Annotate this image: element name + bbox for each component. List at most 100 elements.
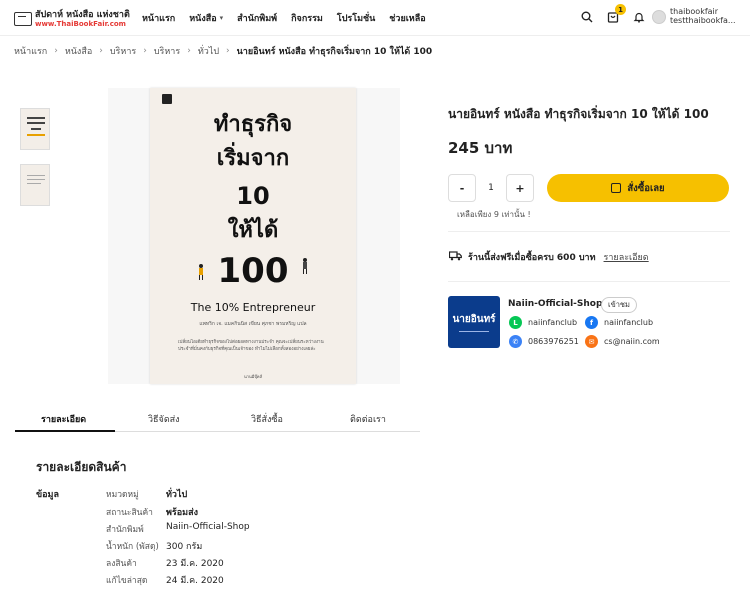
breadcrumb-current: นายอินทร์ หนังสือ ทำธุรกิจเริ่มจาก 10 ให… — [236, 47, 433, 57]
breadcrumb-home[interactable]: หน้าแรก — [14, 44, 47, 58]
quantity-decrease-button[interactable]: - — [448, 174, 476, 202]
shipping-details-link[interactable]: รายละเอียด — [604, 250, 649, 264]
nav-books[interactable]: หนังสือ ▾ — [189, 11, 223, 25]
nav-activities[interactable]: กิจกรรม — [291, 11, 323, 25]
tab-how-to-order[interactable]: วิธีสั่งซื้อ — [251, 412, 283, 426]
detail-row-listed: ลงสินค้า 23 มี.ค. 2020 — [106, 556, 224, 570]
chevron-right-icon: › — [226, 46, 230, 56]
detail-label: ลงสินค้า — [106, 559, 137, 569]
chevron-right-icon: › — [54, 46, 58, 56]
stock-note: เหลือเพียง 9 เท่านั้น ! — [457, 210, 531, 219]
thumbnail-back-cover[interactable] — [20, 164, 50, 206]
active-tab-indicator — [15, 430, 115, 432]
buy-now-button[interactable]: สั่งซื้อเลย — [547, 174, 729, 202]
detail-row-weight: น้ำหนัก (พัสดุ) 300 กรัม — [106, 539, 202, 553]
site-logo[interactable]: สัปดาห์ หนังสือ แห่งชาติ www.ThaiBookFai… — [14, 8, 130, 30]
breadcrumb-books[interactable]: หนังสือ — [65, 44, 92, 58]
cover-authors: แพทริก เจ. แมคกินนิส เขียน ศุภชา พรมหริญ… — [199, 321, 307, 327]
email-icon: ✉ — [585, 335, 598, 348]
breadcrumb-management[interactable]: บริหาร — [110, 44, 136, 58]
shop-email-contact[interactable]: ✉ cs@naiin.com — [585, 335, 660, 348]
free-shipping-text: ร้านนี้ส่งฟรีเมื่อซื้อครบ 600 บาท — [468, 253, 596, 263]
tab-shipping-methods[interactable]: วิธีจัดส่ง — [148, 412, 180, 426]
divider — [448, 281, 730, 282]
tab-details[interactable]: รายละเอียด — [41, 412, 86, 426]
detail-value: ทั่วไป — [166, 490, 188, 500]
shop-facebook-id: naiinfanclub — [604, 318, 654, 327]
person-figure-icon — [302, 258, 308, 274]
breadcrumb-management-sub[interactable]: บริหาร — [154, 44, 180, 58]
product-price: 245 บาท — [448, 139, 513, 157]
detail-row-updated: แก้ไขล่าสุด 24 มี.ค. 2020 — [106, 573, 224, 587]
detail-tabs: รายละเอียด วิธีจัดส่ง วิธีสั่งซื้อ ติดต่… — [15, 404, 420, 432]
main-nav: หน้าแรก หนังสือ ▾ สำนักพิมพ์ กิจกรรม โปรโ… — [142, 11, 440, 25]
detail-value: 23 มี.ค. 2020 — [166, 559, 224, 569]
shop-email: cs@naiin.com — [604, 337, 660, 346]
quantity-value[interactable]: 1 — [476, 183, 506, 193]
cover-title-line2: เริ่มจาก — [216, 146, 290, 171]
shop-logo[interactable]: นายอินทร์ — [448, 296, 500, 348]
visit-shop-button[interactable]: เข้าชม — [601, 297, 637, 313]
product-title: นายอินทร์ หนังสือ ทำธุรกิจเริ่มจาก 10 ให… — [448, 107, 709, 121]
cover-title-line3: 10 — [236, 182, 270, 210]
shopping-bag-icon — [611, 183, 622, 193]
logo-url: www.ThaiBookFair.com — [35, 19, 126, 28]
detail-label: สำนักพิมพ์ — [106, 525, 144, 535]
breadcrumb-general[interactable]: ทั่วไป — [198, 44, 219, 58]
shop-line-id: naiinfanclub — [528, 318, 578, 327]
detail-value: 300 กรัม — [166, 542, 203, 552]
nav-publishers[interactable]: สำนักพิมพ์ — [237, 11, 277, 25]
breadcrumb: หน้าแรก › หนังสือ › บริหาร › บริหาร › ทั… — [14, 44, 432, 58]
shop-logo-text: นายอินทร์ — [452, 314, 496, 325]
detail-label: หมวดหมู่ — [106, 490, 139, 500]
shop-line-contact[interactable]: L naiinfanclub — [509, 316, 577, 329]
cover-description: เปลี่ยนไอเดียทำธุรกิจของไปต่อยอดทางงานปร… — [178, 340, 324, 352]
chevron-right-icon: › — [187, 46, 191, 56]
cover-title-line1: ทำธุรกิจ — [213, 112, 293, 137]
detail-row-publisher: สำนักพิมพ์ Naiin-Official-Shop — [106, 522, 250, 536]
top-header: สัปดาห์ หนังสือ แห่งชาติ www.ThaiBookFai… — [0, 0, 750, 36]
shop-phone-contact[interactable]: ✆ 0863976251 — [509, 335, 579, 348]
detail-value: พร้อมส่ง — [166, 508, 198, 518]
phone-icon: ✆ — [509, 335, 522, 348]
thumbnail-list — [20, 108, 50, 220]
shop-facebook-contact[interactable]: f naiinfanclub — [585, 316, 653, 329]
user-email: testthaibookfa... — [670, 15, 736, 25]
nav-books-label: หนังสือ — [189, 14, 217, 24]
bell-icon[interactable] — [632, 10, 646, 24]
user-menu[interactable]: thaibookfair testthaibookfa... — [652, 7, 736, 26]
cover-publisher: นานมีบุ๊คส์ — [244, 374, 263, 379]
shop-logo-rule — [459, 331, 489, 332]
chevron-right-icon: › — [143, 46, 147, 56]
cover-title-line5: 100 — [217, 251, 289, 291]
book-logo-icon — [14, 12, 32, 26]
chevron-down-icon: ▾ — [219, 14, 224, 22]
search-icon[interactable] — [580, 10, 594, 24]
shop-name[interactable]: Naiin-Official-Shop — [508, 299, 602, 309]
logo-title: สัปดาห์ หนังสือ แห่งชาติ — [35, 9, 130, 20]
publisher-mark-icon — [162, 94, 172, 104]
cover-subtitle: The 10% Entrepreneur — [190, 301, 316, 314]
facebook-icon: f — [585, 316, 598, 329]
cart-icon[interactable]: 1 — [606, 4, 626, 24]
detail-label: น้ำหนัก (พัสดุ) — [106, 542, 159, 552]
detail-row-category: หมวดหมู่ ทั่วไป — [106, 487, 187, 501]
detail-label: แก้ไขล่าสุด — [106, 576, 148, 586]
thumbnail-front-cover[interactable] — [20, 108, 50, 150]
nav-help[interactable]: ช่วยเหลือ — [389, 11, 425, 25]
detail-label: สถานะสินค้า — [106, 508, 153, 518]
shipping-info: ร้านนี้ส่งฟรีเมื่อซื้อครบ 600 บาท รายละเ… — [448, 250, 649, 264]
cover-title-line4: ให้ได้ — [227, 218, 279, 243]
nav-home[interactable]: หน้าแรก — [142, 11, 175, 25]
nav-promotions[interactable]: โปรโมชั่น — [337, 11, 375, 25]
quantity-increase-button[interactable]: + — [506, 174, 534, 202]
tab-contact-us[interactable]: ติดต่อเรา — [350, 412, 386, 426]
shop-phone: 0863976251 — [528, 337, 579, 346]
book-cover: ทำธุรกิจ เริ่มจาก 10 ให้ได้ 100 The 10% … — [150, 88, 356, 384]
detail-row-status: สถานะสินค้า พร้อมส่ง — [106, 505, 198, 519]
details-heading: รายละเอียดสินค้า — [36, 460, 127, 474]
divider — [448, 231, 730, 232]
quantity-stepper: - 1 + — [448, 174, 534, 202]
buy-now-label: สั่งซื้อเลย — [627, 182, 665, 194]
detail-value: Naiin-Official-Shop — [166, 522, 250, 532]
